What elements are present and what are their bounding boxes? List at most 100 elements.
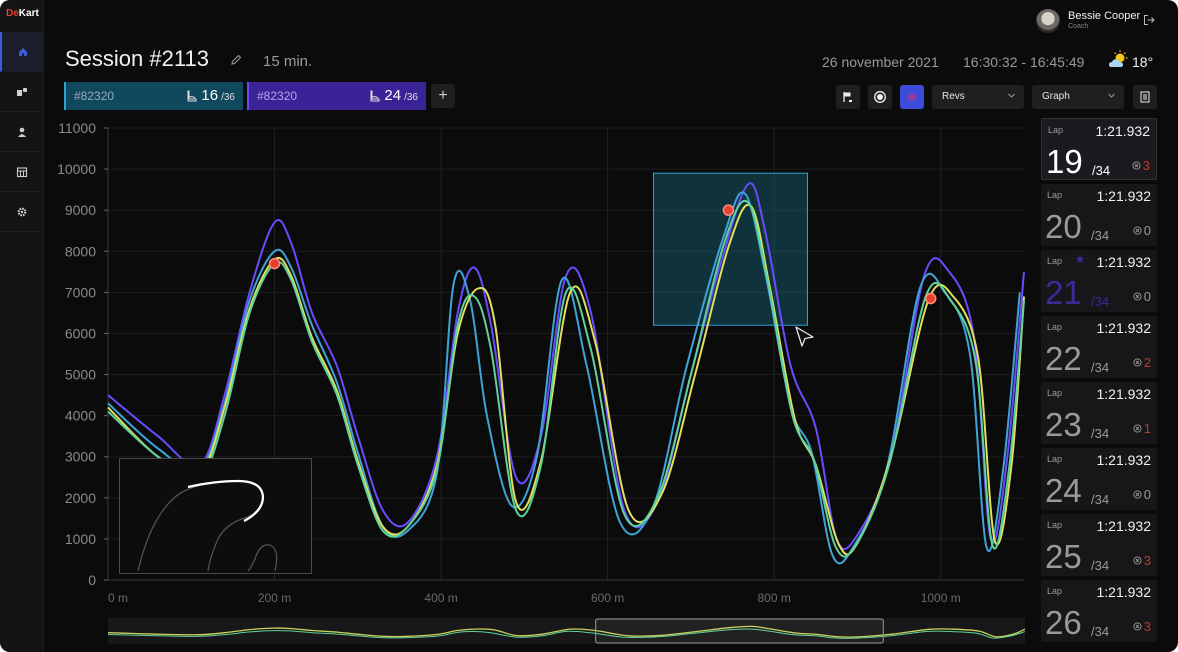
home-icon <box>19 47 27 56</box>
lap-penalty-value: 1 <box>1143 421 1151 436</box>
logout-icon[interactable] <box>1143 14 1155 26</box>
lap-time: 1:21.932 <box>1096 254 1152 270</box>
record-button[interactable] <box>868 85 892 109</box>
lap-total: /34 <box>1091 360 1110 375</box>
lap-time: 1:21.932 <box>1095 123 1151 139</box>
laps-total: /36 <box>404 91 418 103</box>
y-tick-label: 9000 <box>65 202 96 218</box>
lap-time: 1:21.932 <box>1096 518 1152 534</box>
y-tick-label: 5000 <box>65 367 96 383</box>
user-role: Coach <box>1068 23 1089 30</box>
y-tick-label: 7000 <box>65 284 96 300</box>
lap-label: Lap <box>1047 586 1063 596</box>
notes-button[interactable] <box>1133 85 1157 109</box>
lap-number: 23 <box>1045 406 1082 443</box>
mouse-cursor-icon <box>795 326 814 347</box>
lap-time: 1:21.932 <box>1096 584 1152 600</box>
penalty-icon <box>1133 622 1142 631</box>
x-tick-label: 1000 m <box>921 591 961 605</box>
lap-label: Lap <box>1047 388 1063 398</box>
lap-number: 21 <box>1045 274 1082 311</box>
lap-number: 22 <box>1045 340 1082 377</box>
lap-penalty-value: 0 <box>1143 223 1151 238</box>
overview-window[interactable] <box>595 618 884 644</box>
boot-icon <box>187 90 197 101</box>
y-tick-label: 4000 <box>65 408 96 424</box>
x-tick-label: 800 m <box>758 591 791 605</box>
lap-time: 1:21.932 <box>1096 452 1152 468</box>
session-tab-1[interactable]: #82320 16/36 <box>64 82 243 110</box>
lap-penalty-value: 3 <box>1143 553 1151 568</box>
lap-label: Lap <box>1047 520 1063 530</box>
document-icon <box>1140 91 1150 103</box>
metric-select[interactable]: Revs <box>932 85 1024 109</box>
lap-time: 1:21.932 <box>1096 188 1152 204</box>
lap-penalty-value: 2 <box>1143 355 1151 370</box>
kart-id: #82320 <box>74 89 115 103</box>
lap-penalty: 3 <box>1133 619 1151 634</box>
page-title: Session #2113 <box>65 46 209 71</box>
sidebar-item-karts[interactable] <box>0 72 44 112</box>
lap-number: 24 <box>1045 472 1082 509</box>
sidebar-item-settings[interactable] <box>0 192 44 232</box>
lap-total: /34 <box>1091 492 1110 507</box>
view-select[interactable]: Graph <box>1032 85 1124 109</box>
lap-time: 1:21.932 <box>1096 320 1152 336</box>
color-toggle-button[interactable] <box>900 85 924 109</box>
calendar-icon <box>16 166 28 177</box>
lap-card[interactable]: Lap 1:21.932 22/34 2 <box>1041 316 1157 378</box>
lap-penalty: 0 <box>1133 223 1151 238</box>
event-marker[interactable] <box>924 292 937 305</box>
add-session-button[interactable]: + <box>431 84 455 108</box>
sidebar-item-home[interactable] <box>0 32 44 72</box>
lap-card[interactable]: Lap 1:21.932 21/34 0 <box>1041 250 1157 312</box>
overview-scrubber[interactable] <box>108 618 1025 644</box>
lap-label: Lap <box>1047 322 1063 332</box>
y-tick-label: 1000 <box>65 531 96 547</box>
lap-card[interactable]: Lap 1:21.932 24/34 0 <box>1041 448 1157 510</box>
session-tab-2[interactable]: #82320 24/36 <box>247 82 426 110</box>
app-logo[interactable]: KartDeKart <box>6 8 39 19</box>
lap-penalty: 2 <box>1133 355 1151 370</box>
y-tick-label: 10000 <box>57 161 96 177</box>
y-tick-label: 3000 <box>65 449 96 465</box>
lap-card[interactable]: Lap 1:21.932 26/34 3 <box>1041 580 1157 642</box>
lap-card[interactable]: Lap 1:21.932 20/34 0 <box>1041 184 1157 246</box>
sidebar-item-calendar[interactable] <box>0 152 44 192</box>
event-marker[interactable] <box>268 257 281 270</box>
lap-card[interactable]: Lap 1:21.932 19/34 3 <box>1041 118 1157 180</box>
event-marker[interactable] <box>722 204 735 216</box>
lap-card[interactable]: Lap 1:21.932 25/34 3 <box>1041 514 1157 576</box>
metric-select-value: Revs <box>942 91 965 102</box>
logo-main-text: Kart <box>18 8 39 19</box>
flag-button[interactable] <box>836 85 860 109</box>
lap-label: Lap <box>1047 256 1063 266</box>
chevron-down-icon <box>1008 93 1015 98</box>
zoom-selection[interactable] <box>652 172 808 326</box>
pencil-icon[interactable] <box>229 53 243 67</box>
y-tick-label: 0 <box>88 572 96 588</box>
lap-total: /34 <box>1091 426 1110 441</box>
lap-card[interactable]: Lap 1:21.932 23/34 1 <box>1041 382 1157 444</box>
lap-label: Lap <box>1047 190 1063 200</box>
penalty-icon <box>1133 424 1142 433</box>
lap-total: /34 <box>1091 228 1110 243</box>
sidebar-item-drivers[interactable] <box>0 112 44 152</box>
lap-penalty: 0 <box>1133 289 1151 304</box>
lap-list: Lap 1:21.932 19/34 3 Lap 1:21.932 20/34 0 Lap 1:2… <box>1036 118 1160 652</box>
session-duration: 15 min. <box>263 53 313 70</box>
plus-icon: + <box>438 87 448 104</box>
track-minimap[interactable] <box>119 458 312 574</box>
gear-icon <box>17 207 27 216</box>
y-tick-label: 2000 <box>65 490 96 506</box>
sidebar: KartDeKart <box>0 0 44 652</box>
record-icon <box>874 91 886 103</box>
lap-penalty: 3 <box>1132 158 1150 173</box>
penalty-icon <box>1133 292 1142 301</box>
view-select-value: Graph <box>1042 91 1070 102</box>
penalty-icon <box>1133 490 1142 499</box>
lap-label: Lap <box>1048 125 1064 135</box>
avatar[interactable] <box>1036 9 1060 33</box>
lap-penalty: 0 <box>1133 487 1151 502</box>
lap-penalty-value: 0 <box>1143 487 1151 502</box>
